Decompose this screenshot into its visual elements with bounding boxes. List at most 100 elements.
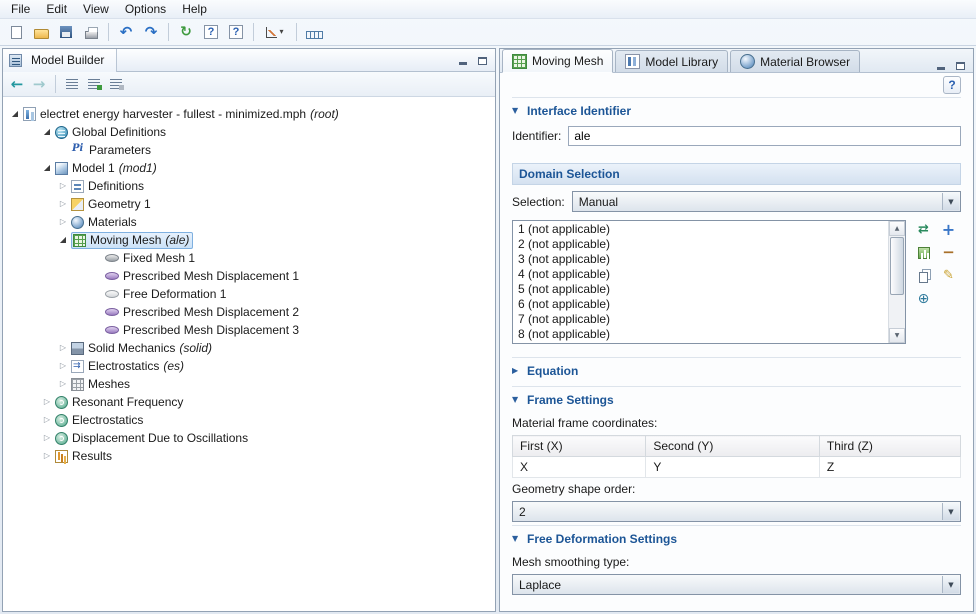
show-options-button[interactable] [62, 75, 82, 93]
table-header-second: Second (Y) [646, 436, 820, 457]
geometry-shape-order-combo[interactable]: 2 ▼ [512, 501, 961, 522]
selected-tree-item[interactable]: Moving Mesh (ale) [71, 232, 193, 249]
tab-material-browser[interactable]: Material Browser [730, 50, 860, 72]
tree-item-model-1[interactable]: ◢ Model 1 (mod1) [3, 159, 495, 177]
section-header-domain-selection[interactable]: Domain Selection [512, 163, 961, 185]
list-item[interactable]: 8 (not applicable) [513, 327, 888, 342]
expand-all-button[interactable] [106, 75, 126, 93]
undo-button[interactable]: ↶ [114, 21, 138, 43]
section-header-free-deformation-settings[interactable]: ▼ Free Deformation Settings [512, 530, 961, 551]
list-item[interactable]: 3 (not applicable) [513, 252, 888, 267]
tree-item-free-deformation-1[interactable]: Free Deformation 1 [3, 285, 495, 303]
new-file-button[interactable] [4, 21, 28, 43]
list-item[interactable]: 6 (not applicable) [513, 297, 888, 312]
tree-item-root[interactable]: ◢ electret energy harvester - fullest - … [3, 105, 495, 123]
tree-item-global-definitions[interactable]: ◢ Global Definitions [3, 123, 495, 141]
list-scrollbar[interactable]: ▲ ▼ [888, 221, 905, 343]
tree-collapsed-icon[interactable]: ▷ [55, 177, 71, 195]
tree-collapsed-icon[interactable]: ▷ [55, 195, 71, 213]
tree-item-prescribed-mesh-displacement-3[interactable]: Prescribed Mesh Displacement 3 [3, 321, 495, 339]
tree-expanded-icon[interactable]: ◢ [39, 123, 55, 141]
activate-selection-button[interactable]: ⇄ [913, 220, 934, 239]
clear-selection-button[interactable]: ✎ [938, 266, 959, 285]
tree-item-geometry-1[interactable]: ▷ Geometry 1 [3, 195, 495, 213]
mesh-smoothing-type-combo[interactable]: Laplace ▼ [512, 574, 961, 595]
list-item[interactable]: 7 (not applicable) [513, 312, 888, 327]
tree-expanded-icon[interactable]: ◢ [55, 231, 71, 249]
open-button[interactable] [29, 21, 53, 43]
table-cell-y[interactable]: Y [646, 457, 820, 478]
tree-item-resonant-frequency[interactable]: ▷ Resonant Frequency [3, 393, 495, 411]
help-toolbar-button[interactable]: ? [199, 21, 223, 43]
tree-collapsed-icon[interactable]: ▷ [39, 447, 55, 465]
add-to-selection-button[interactable]: + [938, 220, 959, 239]
tree-expanded-icon[interactable]: ◢ [7, 105, 23, 123]
model-builder-icon [9, 54, 22, 67]
tab-model-library[interactable]: Model Library [615, 50, 728, 72]
maximize-button[interactable] [953, 59, 967, 72]
minimize-button[interactable] [934, 59, 948, 72]
identifier-input[interactable] [568, 126, 961, 146]
tree-expanded-icon[interactable]: ◢ [39, 159, 55, 177]
list-item[interactable]: 4 (not applicable) [513, 267, 888, 282]
zoom-to-selection-button[interactable]: ⊕ [913, 289, 934, 308]
tree-collapsed-icon[interactable]: ▷ [39, 429, 55, 447]
domain-selection-list[interactable]: 1 (not applicable) 2 (not applicable) 3 … [512, 220, 906, 344]
selection-combo[interactable]: Manual ▼ [572, 191, 961, 212]
tree-item-meshes[interactable]: ▷ Meshes [3, 375, 495, 393]
documentation-button[interactable]: ? [224, 21, 248, 43]
section-header-equation[interactable]: ▶ Equation [512, 362, 961, 383]
menu-file[interactable]: File [3, 1, 38, 17]
print-button[interactable] [79, 21, 103, 43]
table-cell-x[interactable]: X [513, 457, 646, 478]
settings-help-button[interactable]: ? [943, 76, 961, 94]
menu-edit[interactable]: Edit [38, 1, 75, 17]
paste-selection-button[interactable] [913, 243, 934, 262]
tree-collapsed-icon[interactable]: ▷ [55, 213, 71, 231]
tree-item-materials[interactable]: ▷ Materials [3, 213, 495, 231]
remove-from-selection-button[interactable]: − [938, 243, 959, 262]
tree-item-moving-mesh[interactable]: ◢ Moving Mesh (ale) [3, 231, 495, 249]
tree-collapsed-icon[interactable]: ▷ [39, 393, 55, 411]
tree-collapsed-icon[interactable]: ▷ [55, 339, 71, 357]
menu-help[interactable]: Help [174, 1, 215, 17]
update-solution-button[interactable]: ↻ [174, 21, 198, 43]
save-button[interactable] [54, 21, 78, 43]
collapse-all-button[interactable] [84, 75, 104, 93]
back-button[interactable]: ← [7, 75, 27, 93]
tree-item-prescribed-mesh-displacement-2[interactable]: Prescribed Mesh Displacement 2 [3, 303, 495, 321]
minimize-button[interactable] [456, 54, 470, 67]
scroll-track[interactable] [889, 236, 905, 328]
tree-item-definitions[interactable]: ▷ Definitions [3, 177, 495, 195]
tree-collapsed-icon[interactable]: ▷ [55, 375, 71, 393]
tree-collapsed-icon[interactable]: ▷ [55, 357, 71, 375]
forward-button[interactable]: → [29, 75, 49, 93]
redo-button[interactable]: ↷ [139, 21, 163, 43]
tree-item-results[interactable]: ▷ Results [3, 447, 495, 465]
list-item[interactable]: 2 (not applicable) [513, 237, 888, 252]
plot-button[interactable]: ▾ [259, 21, 291, 43]
tree-collapsed-icon[interactable]: ▷ [39, 411, 55, 429]
tab-moving-mesh[interactable]: Moving Mesh [502, 49, 613, 73]
tree-item-electrostatics-study[interactable]: ▷ Electrostatics [3, 411, 495, 429]
scroll-thumb[interactable] [890, 237, 904, 295]
measure-button[interactable] [302, 21, 326, 43]
model-builder-tab[interactable]: Model Builder [3, 49, 117, 72]
tree-item-prescribed-mesh-displacement-1[interactable]: Prescribed Mesh Displacement 1 [3, 267, 495, 285]
list-item[interactable]: 5 (not applicable) [513, 282, 888, 297]
section-header-frame-settings[interactable]: ▼ Frame Settings [512, 391, 961, 412]
section-header-interface-identifier[interactable]: ▼ Interface Identifier [512, 102, 961, 123]
list-item[interactable]: 1 (not applicable) [513, 222, 888, 237]
tree-item-parameters[interactable]: Parameters [3, 141, 495, 159]
scroll-down-button[interactable]: ▼ [889, 328, 905, 343]
menu-options[interactable]: Options [117, 1, 174, 17]
table-cell-z[interactable]: Z [819, 457, 960, 478]
tree-item-electrostatics-es[interactable]: ▷ Electrostatics (es) [3, 357, 495, 375]
maximize-button[interactable] [475, 54, 489, 67]
tree-item-solid-mechanics[interactable]: ▷ Solid Mechanics (solid) [3, 339, 495, 357]
tree-item-displacement-due-to-oscillations[interactable]: ▷ Displacement Due to Oscillations [3, 429, 495, 447]
scroll-up-button[interactable]: ▲ [889, 221, 905, 236]
tree-item-fixed-mesh-1[interactable]: Fixed Mesh 1 [3, 249, 495, 267]
copy-selection-button[interactable] [913, 266, 934, 285]
menu-view[interactable]: View [75, 1, 117, 17]
